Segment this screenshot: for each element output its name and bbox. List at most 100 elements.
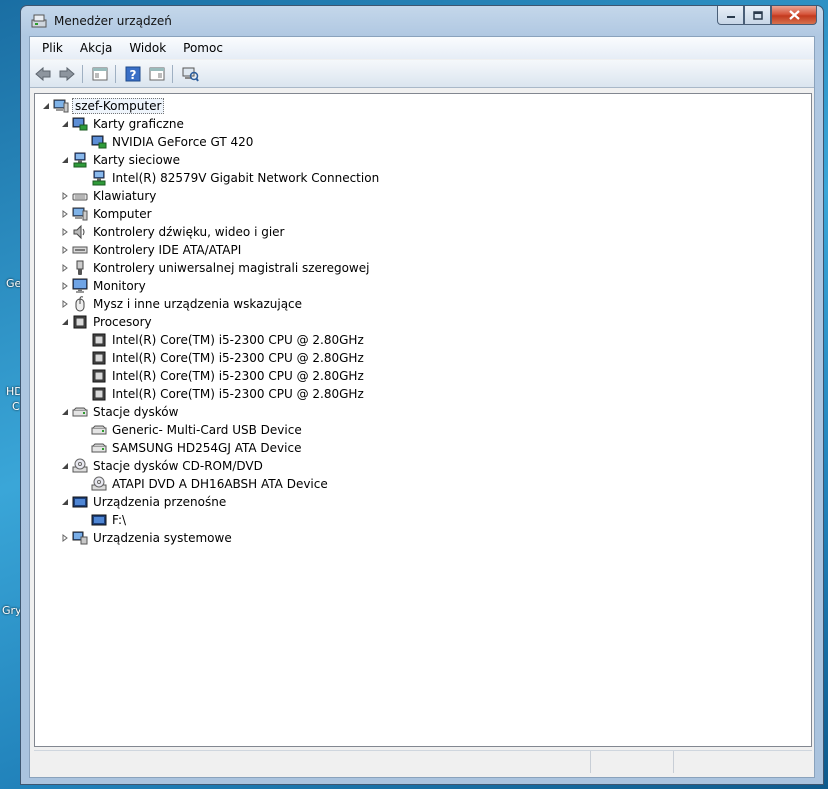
maximize-icon xyxy=(752,10,763,20)
tree-device-node[interactable]: Intel(R) 82579V Gigabit Network Connecti… xyxy=(79,169,381,187)
window-title: Menedżer urządzeń xyxy=(54,14,172,28)
tree-category-node[interactable]: Urządzenia systemowe xyxy=(60,529,234,547)
details-view-button[interactable] xyxy=(146,64,168,84)
tree-category-node[interactable]: Kontrolery uniwersalnej magistrali szere… xyxy=(60,259,371,277)
tree-node-label: ATAPI DVD A DH16ABSH ATA Device xyxy=(112,477,328,491)
collapsed-triangle-icon[interactable] xyxy=(60,534,69,543)
system-device-icon xyxy=(72,530,88,546)
tree-node-label: Generic- Multi-Card USB Device xyxy=(112,423,302,437)
tree-device-node[interactable]: ATAPI DVD A DH16ABSH ATA Device xyxy=(79,475,330,493)
scan-hardware-button[interactable] xyxy=(179,64,201,84)
portable-device-icon xyxy=(72,494,88,510)
collapsed-triangle-icon[interactable] xyxy=(60,192,69,201)
tree-node-label: Klawiatury xyxy=(93,189,157,203)
tree-category-node[interactable]: Stacje dysków CD-ROM/DVD xyxy=(60,457,265,475)
tree-device-node[interactable]: Intel(R) Core(TM) i5-2300 CPU @ 2.80GHz xyxy=(79,385,366,403)
network-adapter-icon xyxy=(91,170,107,186)
speaker-icon xyxy=(72,224,88,240)
forward-button[interactable] xyxy=(56,64,78,84)
tree-category-node[interactable]: Karty graficzne xyxy=(60,115,186,133)
tree-node-label: Karty graficzne xyxy=(93,117,184,131)
tree-category-node[interactable]: Mysz i inne urządzenia wskazujące xyxy=(60,295,304,313)
tree-node-label: Kontrolery dźwięku, wideo i gier xyxy=(93,225,285,239)
tree-category-node[interactable]: Karty sieciowe xyxy=(60,151,182,169)
menu-action[interactable]: Akcja xyxy=(72,41,120,55)
help-button[interactable]: ? xyxy=(122,64,144,84)
tree-category-node[interactable]: Klawiatury xyxy=(60,187,158,205)
tree-root-node[interactable]: szef-Komputer xyxy=(41,97,165,115)
expanded-triangle-icon[interactable] xyxy=(60,318,69,327)
collapsed-triangle-icon[interactable] xyxy=(60,300,69,309)
expanded-triangle-icon[interactable] xyxy=(60,462,69,471)
expanded-triangle-icon[interactable] xyxy=(60,156,69,165)
tree-device-node[interactable]: Intel(R) Core(TM) i5-2300 CPU @ 2.80GHz xyxy=(79,349,366,367)
back-button[interactable] xyxy=(32,64,54,84)
cdrom-icon xyxy=(72,458,88,474)
close-icon xyxy=(788,10,800,20)
collapsed-triangle-icon[interactable] xyxy=(60,282,69,291)
tree-category-node[interactable]: Monitory xyxy=(60,277,148,295)
tree-device-node[interactable]: F:\ xyxy=(79,511,128,529)
desktop-icon-label: C xyxy=(12,400,20,413)
properties-panel-button[interactable] xyxy=(89,64,111,84)
properties-panel-icon xyxy=(92,67,108,80)
expanded-triangle-icon[interactable] xyxy=(60,498,69,507)
tree-device-node[interactable]: NVIDIA GeForce GT 420 xyxy=(79,133,255,151)
tree-category-node[interactable]: Komputer xyxy=(60,205,154,223)
tree-node-label: Intel(R) Core(TM) i5-2300 CPU @ 2.80GHz xyxy=(112,333,364,347)
tree-node-label: Intel(R) 82579V Gigabit Network Connecti… xyxy=(112,171,380,185)
tree-device-node[interactable]: Generic- Multi-Card USB Device xyxy=(79,421,304,439)
display-adapter-icon xyxy=(72,116,88,132)
menu-help[interactable]: Pomoc xyxy=(175,41,231,55)
keyboard-icon xyxy=(72,188,88,204)
tree-category-node[interactable]: Procesory xyxy=(60,313,154,331)
expanded-triangle-icon[interactable] xyxy=(60,120,69,129)
tree-category-node[interactable]: Kontrolery dźwięku, wideo i gier xyxy=(60,223,286,241)
maximize-button[interactable] xyxy=(744,6,771,25)
collapsed-triangle-icon[interactable] xyxy=(60,264,69,273)
minimize-button[interactable] xyxy=(717,6,744,25)
device-manager-icon xyxy=(31,14,47,28)
processor-icon xyxy=(91,368,107,384)
client-area: Plik Akcja Widok Pomoc ? szef-Komputer K… xyxy=(29,36,815,778)
tree-device-node[interactable]: SAMSUNG HD254GJ ATA Device xyxy=(79,439,303,457)
expanded-triangle-icon[interactable] xyxy=(41,102,50,111)
forward-icon xyxy=(59,66,75,81)
tree-node-label: Procesory xyxy=(93,315,152,329)
toolbar-separator xyxy=(82,64,83,83)
disk-drive-icon xyxy=(91,422,107,438)
tree-category-node[interactable]: Stacje dysków xyxy=(60,403,180,421)
tree-node-label: SAMSUNG HD254GJ ATA Device xyxy=(112,441,302,455)
tree-node-label: Komputer xyxy=(93,207,152,221)
tree-device-node[interactable]: Intel(R) Core(TM) i5-2300 CPU @ 2.80GHz xyxy=(79,331,366,349)
mouse-icon xyxy=(72,296,88,312)
menu-bar: Plik Akcja Widok Pomoc xyxy=(30,37,814,59)
title-bar[interactable]: Menedżer urządzeń xyxy=(21,6,823,36)
collapsed-triangle-icon[interactable] xyxy=(60,210,69,219)
menu-file[interactable]: Plik xyxy=(34,41,71,55)
menu-view[interactable]: Widok xyxy=(121,41,174,55)
toolbar-separator xyxy=(115,64,116,83)
toolbar-separator xyxy=(172,64,173,83)
computer-icon xyxy=(72,206,88,222)
status-pane xyxy=(591,751,674,773)
desktop-icon-label: Gry xyxy=(2,604,22,617)
svg-text:?: ? xyxy=(130,68,137,82)
close-button[interactable] xyxy=(771,6,817,25)
tree-device-node[interactable]: Intel(R) Core(TM) i5-2300 CPU @ 2.80GHz xyxy=(79,367,366,385)
collapsed-triangle-icon[interactable] xyxy=(60,228,69,237)
tree-category-node[interactable]: Urządzenia przenośne xyxy=(60,493,228,511)
tree-category-node[interactable]: Kontrolery IDE ATA/ATAPI xyxy=(60,241,243,259)
collapsed-triangle-icon[interactable] xyxy=(60,246,69,255)
device-tree[interactable]: szef-Komputer Karty graficzne NVIDIA GeFor… xyxy=(34,93,812,747)
toolbar: ? xyxy=(30,60,814,88)
expanded-triangle-icon[interactable] xyxy=(60,408,69,417)
tree-node-label: Intel(R) Core(TM) i5-2300 CPU @ 2.80GHz xyxy=(112,387,364,401)
